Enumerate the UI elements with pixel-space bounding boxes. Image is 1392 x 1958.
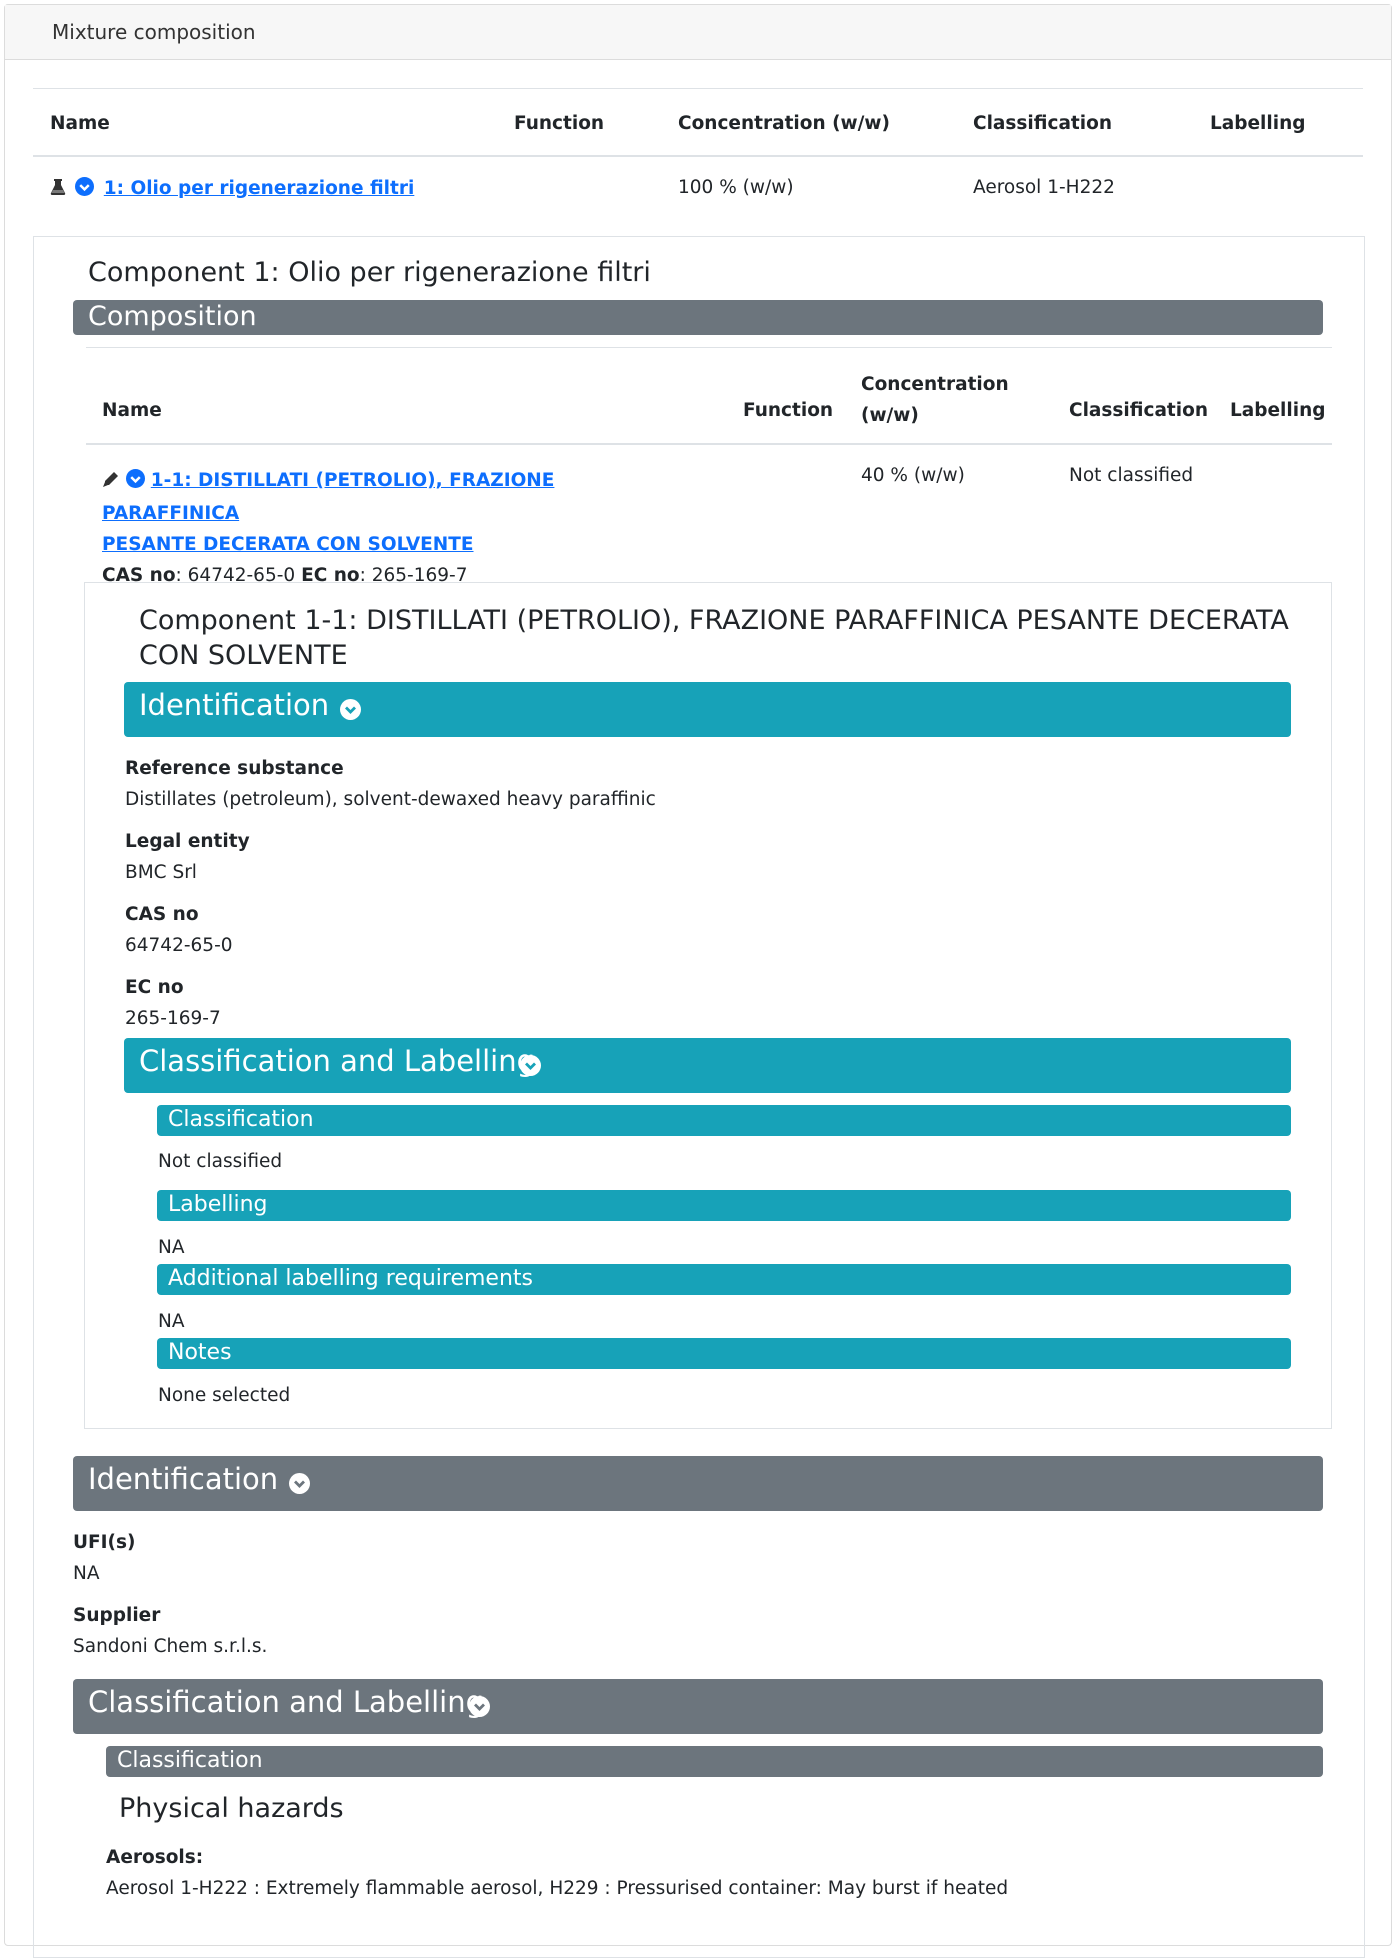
field-label: Legal entity (125, 831, 250, 852)
component-1-1-title: Component 1-1: DISTILLATI (PETROLIO), FR… (139, 605, 1289, 671)
aerosols-value: Aerosol 1-H222 : Extremely flammable aer… (106, 1878, 1009, 1899)
pencil-icon (102, 467, 120, 498)
field-label: Reference substance (125, 758, 344, 779)
sub-identification-fields: Reference substance Distillates (petroleu… (125, 753, 656, 1034)
classification-header: Classification (106, 1746, 1323, 1777)
sub-cl-toggle[interactable]: Classification and Labelling (124, 1038, 1291, 1093)
sub-additional-value: NA (158, 1311, 185, 1332)
sub-labelling-header: Labelling (157, 1190, 1291, 1221)
header-name: Name (50, 113, 110, 134)
field-value: 64742-65-0 (125, 935, 233, 956)
header-classification: Classification (973, 113, 1112, 134)
identification-fields: UFI(s) NA Supplier Sandoni Chem s.r.l.s. (73, 1527, 267, 1662)
sub-additional-header: Additional labelling requirements (157, 1264, 1291, 1295)
sub-identification-toggle[interactable]: Identification (124, 682, 1291, 737)
physical-hazards-heading: Physical hazards (119, 1793, 344, 1824)
sub-classification-header: Classification (157, 1105, 1291, 1136)
flask-icon (50, 178, 66, 201)
chevron-down-icon (289, 1473, 310, 1494)
mixture-table: Name Function Concentration (w/w) Classi… (33, 88, 1363, 223)
component-1-title: Component 1: Olio per rigenerazione filt… (88, 257, 651, 288)
sub-header-function: Function (743, 400, 834, 421)
row-concentration: 100 % (w/w) (678, 177, 794, 198)
component-1-panel: Component 1: Olio per rigenerazione filt… (33, 236, 1365, 1958)
sub-notes-value: None selected (158, 1385, 291, 1406)
row-classification: Aerosol 1-H222 (973, 177, 1115, 198)
supplier-value: Sandoni Chem s.r.l.s. (73, 1636, 268, 1657)
chevron-down-icon (520, 1055, 541, 1076)
composition-table: Name Function Concentration (w/w) Classi… (86, 347, 1332, 586)
sub-labelling-value: NA (158, 1237, 185, 1258)
identification-toggle[interactable]: Identification (73, 1456, 1323, 1511)
supplier-label: Supplier (73, 1605, 161, 1626)
component-1-1-link[interactable]: 1-1: DISTILLATI (PETROLIO), FRAZIONE PAR… (102, 470, 554, 555)
cl-toggle[interactable]: Classification and Labelling (73, 1679, 1323, 1734)
header-labelling: Labelling (1210, 113, 1306, 134)
field-value: Distillates (petroleum), solvent-dewaxed… (125, 789, 656, 810)
field-label: EC no (125, 977, 184, 998)
card-title: Mixture composition (5, 5, 1391, 60)
sub-header-concentration: Concentration (w/w) (861, 374, 1009, 426)
ufi-value: NA (73, 1563, 100, 1584)
aerosols-label: Aerosols: (106, 1847, 204, 1868)
check-circle-icon (125, 467, 145, 498)
sub-header-name: Name (102, 400, 162, 421)
header-function: Function (514, 113, 605, 134)
table-row: 1: Olio per rigenerazione filtri 100 % (… (33, 157, 1363, 223)
sub-classification-value: Not classified (158, 1151, 283, 1172)
ufi-label: UFI(s) (73, 1532, 136, 1553)
sub-notes-header: Notes (157, 1338, 1291, 1369)
chevron-down-icon (469, 1696, 490, 1717)
check-circle-icon (74, 177, 94, 201)
table-row: 1-1: DISTILLATI (PETROLIO), FRAZIONE PAR… (86, 445, 1332, 586)
sub-header-labelling: Labelling (1230, 400, 1326, 421)
sub-row-classification: Not classified (1069, 465, 1194, 486)
field-label: CAS no (125, 904, 199, 925)
field-value: 265-169-7 (125, 1008, 221, 1029)
chevron-down-icon (340, 699, 361, 720)
field-value: BMC Srl (125, 862, 197, 883)
sub-header-classification: Classification (1069, 400, 1208, 421)
aerosols-block: Aerosols: Aerosol 1-H222 : Extremely fla… (106, 1842, 1008, 1904)
header-concentration: Concentration (w/w) (678, 113, 890, 134)
composition-header: Composition (73, 300, 1323, 335)
component-1-1-panel: Component 1-1: DISTILLATI (PETROLIO), FR… (84, 582, 1332, 1429)
sub-row-concentration: 40 % (w/w) (861, 465, 965, 486)
component-1-link[interactable]: 1: Olio per rigenerazione filtri (104, 178, 415, 199)
